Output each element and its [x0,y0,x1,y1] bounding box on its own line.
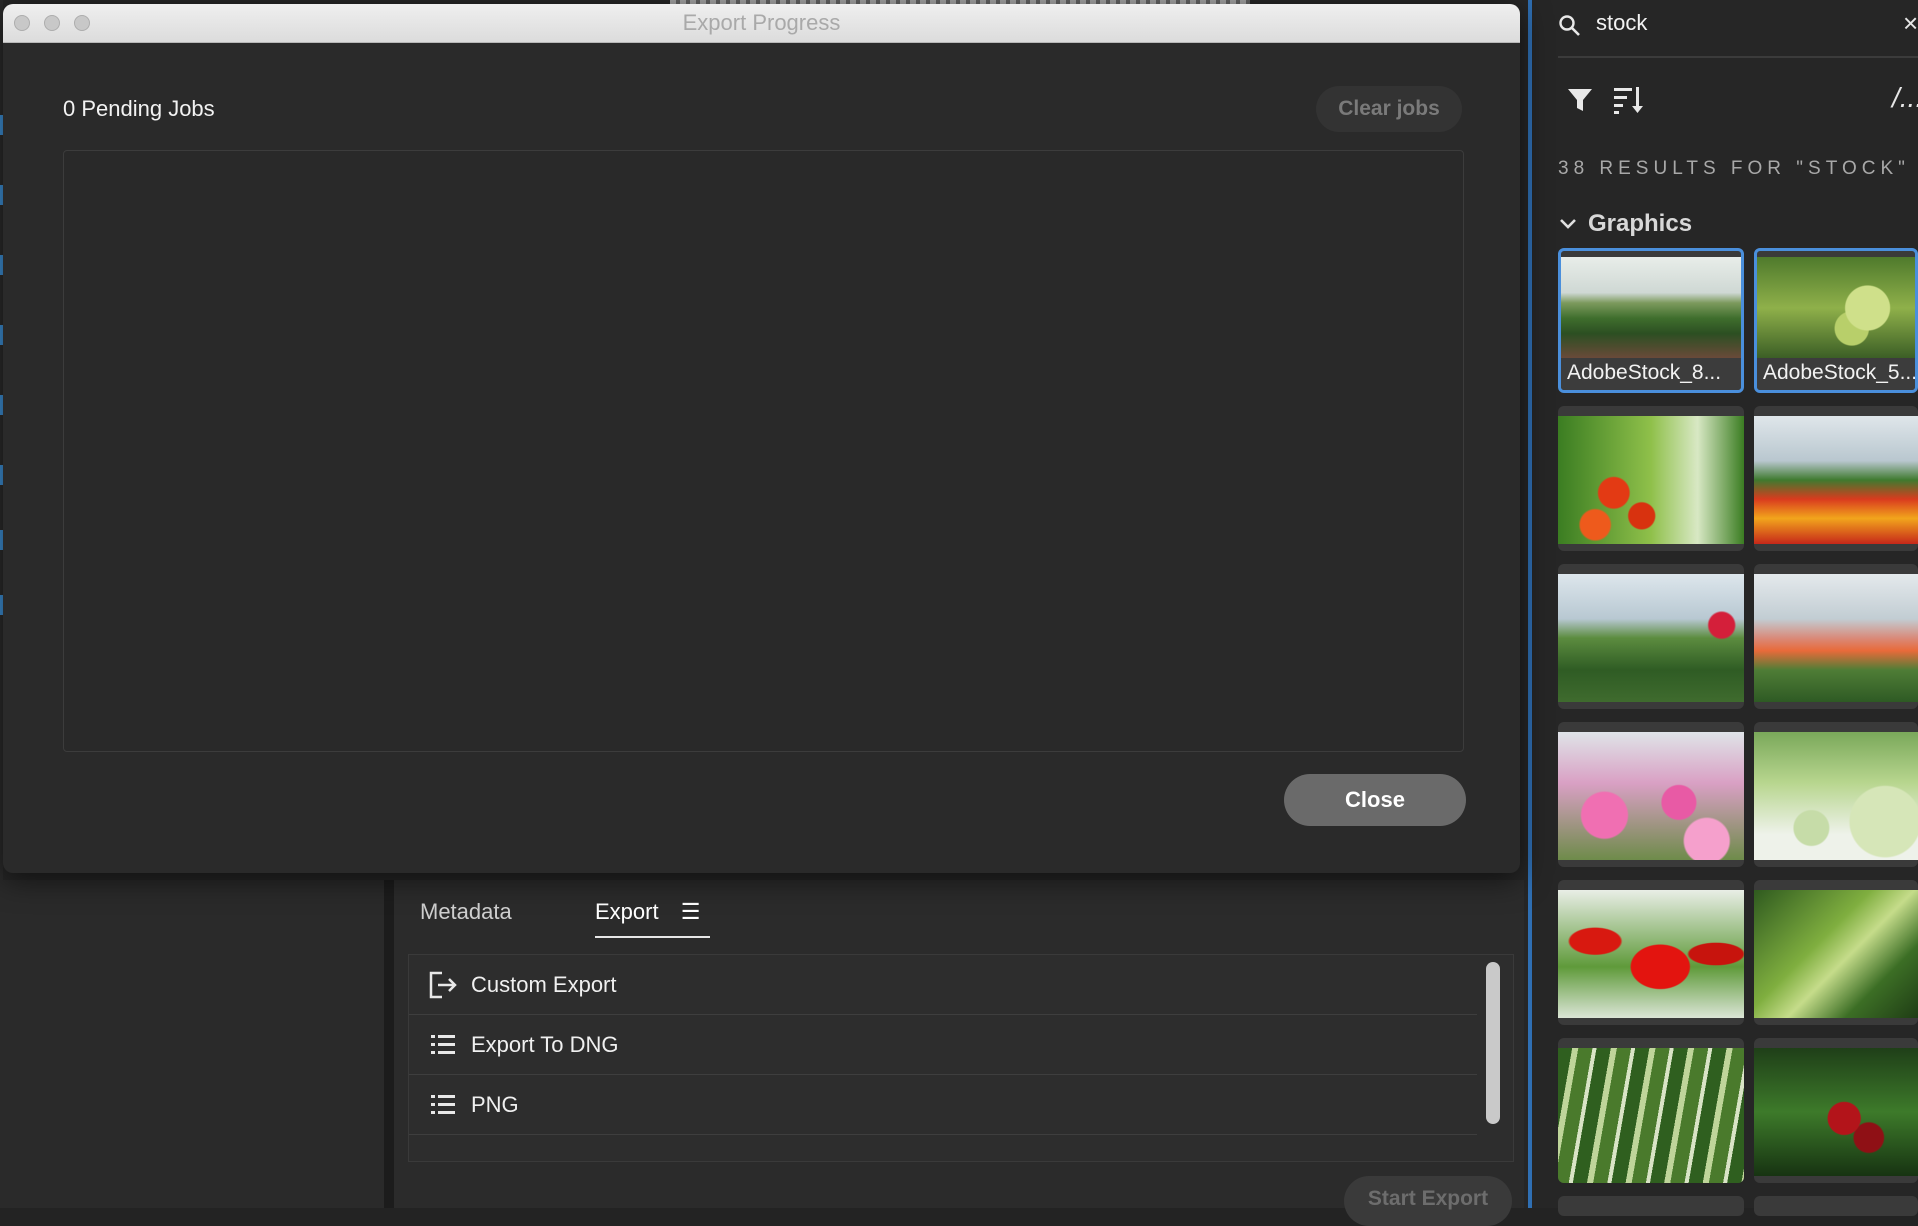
export-progress-dialog: Export Progress 0 Pending Jobs Clear job… [3,4,1520,873]
thumbnail-item[interactable] [1558,1196,1744,1216]
preset-png[interactable]: PNG [409,1075,1477,1135]
thumbnail-item[interactable] [1754,406,1918,551]
preset-label: Custom Export [471,971,617,997]
list-icon [427,1089,459,1121]
export-arrow-icon [427,969,459,1001]
results-count-label: 38 RESULTS FOR "STOCK" [1558,158,1910,179]
cucumber-plants-image [1754,890,1918,1018]
window-titlebar[interactable]: Export Progress [3,4,1520,43]
tab-label: Metadata [420,899,512,924]
search-input[interactable]: stock [1596,10,1647,36]
close-icon[interactable]: × [1903,8,1918,39]
section-label: Graphics [1588,210,1693,237]
thumbnail-item[interactable]: AdobeStock_5... [1754,248,1918,393]
filter-icon[interactable] [1566,86,1594,114]
preset-label: Export To DNG [471,1031,619,1057]
thumbnail-item[interactable] [1558,406,1744,551]
list-icon [427,1029,459,1061]
graphics-section-header[interactable]: Graphics [1558,210,1692,238]
thumbnail-item[interactable] [1558,722,1744,867]
preset-custom-export[interactable]: Custom Export [409,955,1477,1015]
search-underline [1558,56,1918,58]
roses-greenhouse-image [1558,574,1744,702]
thumbnail-item[interactable] [1754,722,1918,867]
coffee-cherries-image [1754,1048,1918,1176]
sugarcane-image [1558,1048,1744,1183]
preset-list-scrollbar[interactable] [1486,962,1500,1124]
tab-export[interactable]: Export ☰ [595,892,711,938]
left-sidebar [0,880,384,1208]
export-preset-list: Custom Export Export To DNG PNG [408,954,1514,1162]
job-list [63,150,1464,752]
window-title: Export Progress [682,10,841,35]
thumbnail-item[interactable]: AdobeStock_8... [1558,248,1744,393]
red-peppers-image [1558,890,1744,1018]
thumbnail-caption: AdobeStock_5... [1757,358,1915,390]
melons-image [1754,732,1918,860]
thumbnail-item[interactable] [1754,1038,1918,1183]
close-button[interactable]: Close [1284,774,1466,826]
hamburger-menu-icon[interactable]: ☰ [681,892,701,932]
thumbnail-item[interactable] [1754,880,1918,1025]
thumbnail-item[interactable] [1558,1038,1744,1183]
tab-label: Export [595,899,659,924]
pending-jobs-label: 0 Pending Jobs [63,96,215,121]
preset-export-to-dng[interactable]: Export To DNG [409,1015,1477,1075]
preset-label: PNG [471,1091,519,1117]
thumbnail-caption: AdobeStock_8... [1561,358,1741,390]
sort-icon[interactable] [1612,84,1644,116]
grapes-image [1757,257,1915,359]
greenhouse-lettuce-image [1561,257,1741,359]
thumbnail-item[interactable] [1558,564,1744,709]
thumbnail-item[interactable] [1754,564,1918,709]
tab-metadata[interactable]: Metadata [420,892,512,936]
greenhouse-flowers-image [1754,574,1918,702]
search-icon [1558,14,1582,38]
thumbnail-item[interactable] [1558,880,1744,1025]
clear-jobs-button[interactable]: Clear jobs [1316,86,1462,132]
start-export-button[interactable]: Start Export [1344,1176,1512,1226]
flower-greenhouse-image [1754,416,1918,544]
panel-divider[interactable] [384,880,394,1208]
red-tomatoes-image [1558,416,1744,544]
thumbnail-item[interactable] [1754,1196,1918,1216]
chevron-down-icon [1558,214,1578,234]
more-options-icon[interactable]: /... [1892,82,1918,114]
pink-chrysanthemums-image [1558,732,1744,860]
